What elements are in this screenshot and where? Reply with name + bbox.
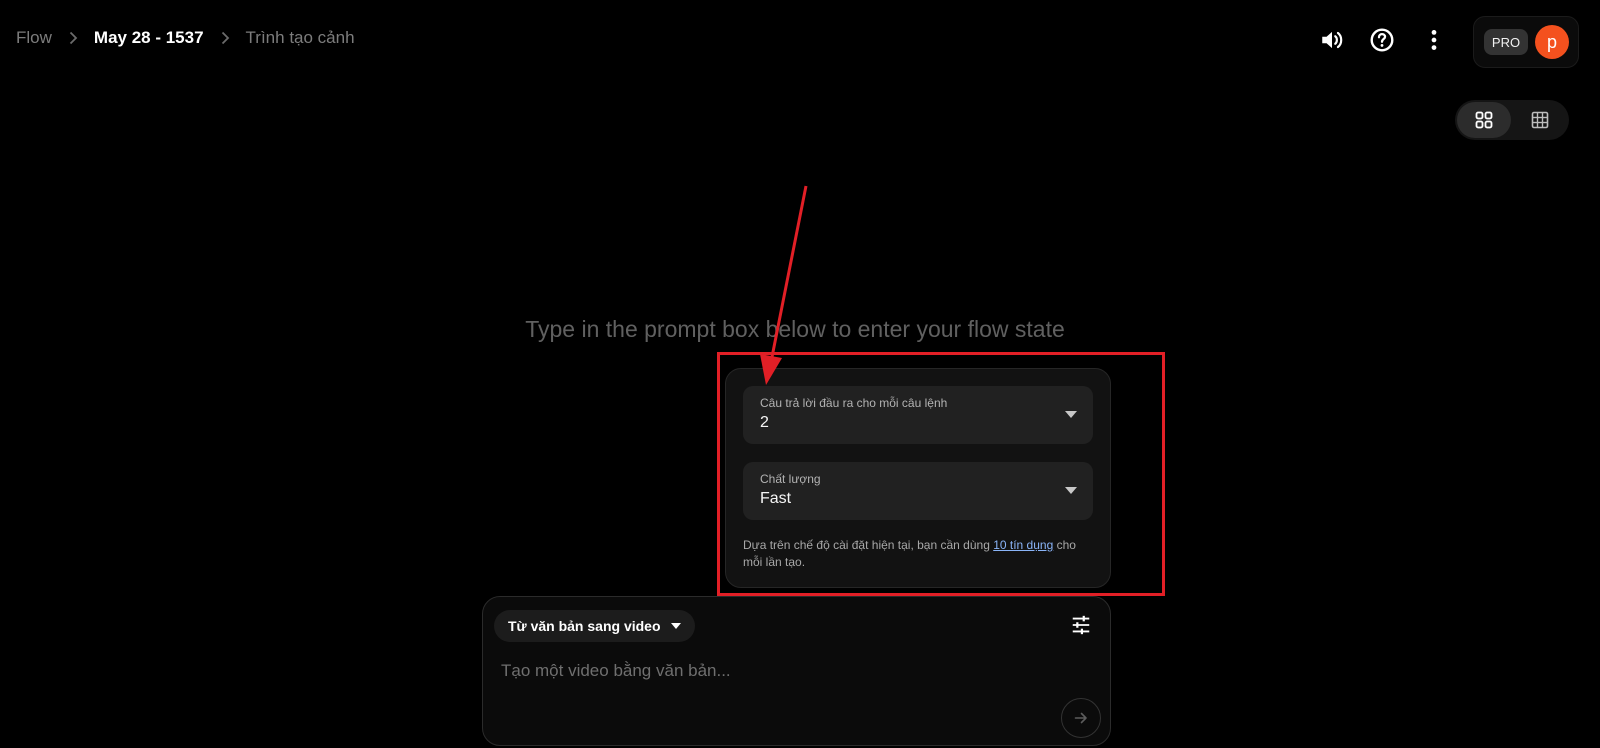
breadcrumb: Flow May 28 - 1537 Trình tạo cảnh: [16, 28, 355, 48]
generation-mode-dropdown[interactable]: Từ văn bản sang video: [494, 610, 695, 642]
grid-2x2-icon: [1475, 111, 1493, 129]
account-area[interactable]: PRO p: [1473, 16, 1579, 68]
settings-button[interactable]: [1068, 612, 1094, 638]
prompt-input[interactable]: [499, 655, 1023, 687]
breadcrumb-project[interactable]: May 28 - 1537: [94, 28, 204, 48]
help-icon: [1370, 28, 1394, 52]
grid-3x3-view-button[interactable]: [1513, 102, 1567, 138]
empty-state-hint: Type in the prompt box below to enter yo…: [525, 316, 1065, 342]
speaker-icon: [1322, 31, 1343, 49]
chevron-right-icon: [204, 30, 246, 46]
send-button[interactable]: [1061, 698, 1101, 738]
grid-3x3-icon: [1531, 111, 1549, 129]
avatar[interactable]: p: [1535, 25, 1569, 59]
more-vert-icon: [1431, 30, 1437, 50]
breadcrumb-current-page: Trình tạo cảnh: [245, 28, 355, 47]
more-options-button[interactable]: [1418, 24, 1450, 56]
dropdown-arrow-icon: [670, 623, 681, 629]
chevron-right-icon: [52, 30, 94, 46]
grid-2x2-view-button[interactable]: [1457, 102, 1511, 138]
prompt-box: Từ văn bản sang video: [482, 596, 1111, 746]
sound-button[interactable]: [1316, 24, 1348, 56]
arrow-right-icon: [1074, 712, 1087, 724]
generation-mode-label: Từ văn bản sang video: [508, 618, 661, 634]
help-button[interactable]: [1366, 24, 1398, 56]
breadcrumb-root[interactable]: Flow: [16, 28, 52, 48]
tune-icon: [1072, 615, 1090, 635]
pro-badge: PRO: [1484, 29, 1528, 55]
flow-scene-builder-page: Flow May 28 - 1537 Trình tạo cảnh PRO p …: [0, 0, 1600, 748]
annotation-highlight-box: [717, 352, 1165, 596]
view-toggle: [1455, 100, 1569, 140]
